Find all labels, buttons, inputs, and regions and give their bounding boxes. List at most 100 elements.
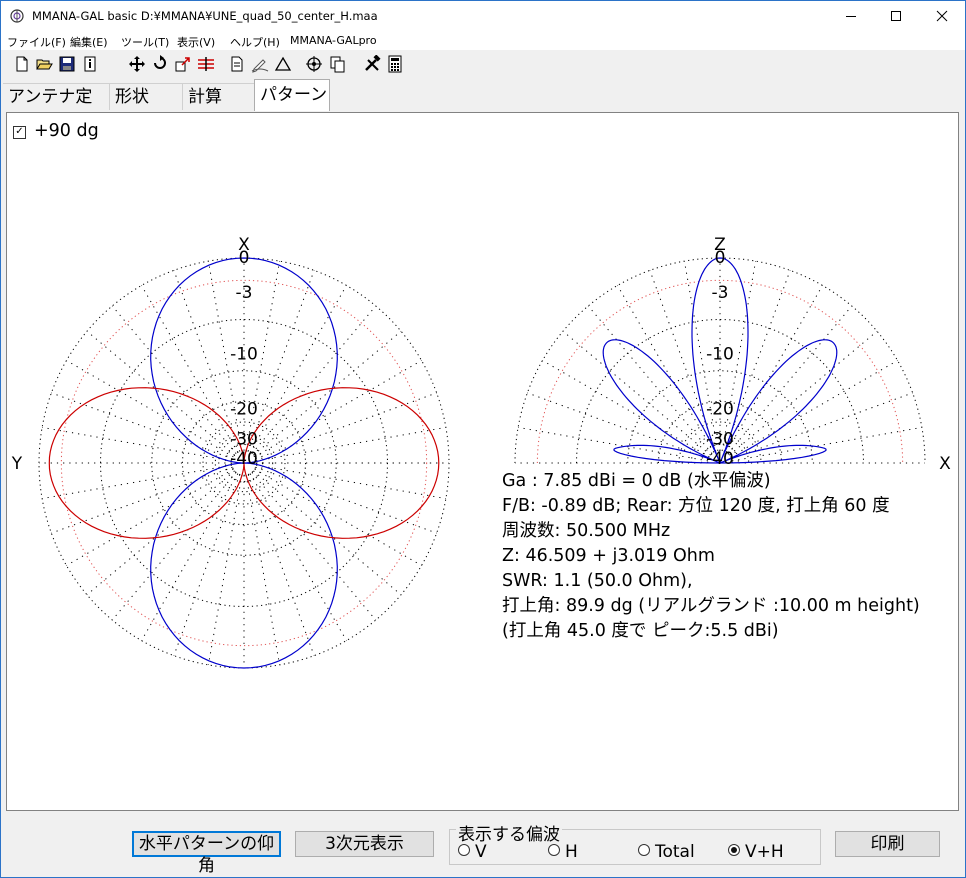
vpattern-axis-top-label: Z: [714, 235, 726, 255]
hpattern-grid-spoke: [111, 305, 237, 454]
menu-file[interactable]: ファイル(F): [7, 34, 66, 50]
hpattern-grid-spoke: [173, 474, 241, 656]
minimize-button[interactable]: [827, 1, 873, 31]
vpattern-grid-spoke: [730, 360, 898, 458]
hpattern-grid-spoke: [42, 426, 232, 462]
application-window: MMANA-GAL basic D:¥MMANA¥UNE_quad_50_cen…: [0, 0, 966, 878]
radio-h-label: H: [565, 842, 578, 862]
plus90-checkbox[interactable]: ✓ +90 dg: [13, 121, 99, 141]
hpattern-grid-spoke: [249, 473, 347, 641]
elevation-line: 打上角: 89.9 dg (リアルグランド :10.00 m height): [502, 596, 920, 616]
bottom-controls: 水平パターンの仰角 3次元表示 表示する偏波 V H Total V+H 印刷: [1, 813, 965, 877]
move-icon[interactable]: [128, 55, 146, 73]
menu-mmana-galpro[interactable]: MMANA-GALpro: [290, 34, 377, 47]
vpattern-grid-spoke: [542, 360, 710, 458]
resize-icon[interactable]: [174, 55, 192, 73]
triangle-icon[interactable]: [274, 55, 292, 73]
vpattern-grid-spoke: [732, 426, 922, 462]
gain-line: Ga : 7.85 dBi = 0 dB (水平偏波): [502, 471, 771, 491]
toolbar: [1, 53, 965, 77]
vpattern-grid-spoke: [731, 392, 913, 460]
radio-v[interactable]: V: [458, 842, 487, 862]
close-icon: [936, 10, 948, 22]
hpattern-ring-label: -3: [236, 283, 253, 303]
radio-v-plus-h-label: V+H: [745, 842, 784, 862]
menu-help[interactable]: ヘルプ(H): [230, 34, 280, 50]
hpattern-grid-spoke: [42, 464, 232, 500]
hpattern-grid-spoke: [247, 474, 315, 656]
vpattern-ring-label: -40: [706, 449, 734, 469]
checkbox-label: +90 dg: [34, 121, 99, 141]
tab-antenna-definition[interactable]: アンテナ定義: [3, 83, 110, 134]
vpattern-ring-label: -20: [706, 400, 734, 420]
close-button[interactable]: [919, 1, 965, 31]
info-icon[interactable]: [81, 55, 99, 73]
tab-calculation[interactable]: 計算: [183, 83, 255, 110]
copy-icon[interactable]: [328, 55, 346, 73]
menu-view[interactable]: 表示(V): [177, 34, 215, 50]
vpattern-grid-spoke: [587, 305, 713, 454]
checkbox-box[interactable]: ✓: [13, 126, 26, 139]
peak-line: (打上角 45.0 度で ピーク:5.5 dBi): [502, 621, 779, 641]
radio-h[interactable]: H: [548, 842, 578, 862]
hpattern-ring-label: -10: [230, 344, 258, 364]
tab-geometry[interactable]: 形状: [110, 83, 183, 110]
radio-v-dot[interactable]: [458, 844, 470, 856]
window-title: MMANA-GAL basic D:¥MMANA¥UNE_quad_50_cen…: [32, 9, 378, 23]
menu-bar: ファイル(F) 編集(E) ツール(T) 表示(V) ヘルプ(H) MMANA-…: [1, 31, 965, 50]
hpattern-ring-label: -40: [230, 449, 258, 469]
pen-icon[interactable]: [251, 55, 269, 73]
front-back-line: F/B: -0.89 dB; Rear: 方位 120 度, 打上角 60 度: [502, 496, 890, 516]
radio-h-dot[interactable]: [548, 844, 560, 856]
open-folder-icon[interactable]: [35, 55, 53, 73]
minimize-icon: [846, 16, 856, 17]
save-icon[interactable]: [58, 55, 76, 73]
vpattern-ring-label: -30: [706, 429, 734, 449]
polar-plots: 0-3-10-20-30-40XY0-3-10-20-30-40ZX: [11, 235, 951, 669]
rotate-icon[interactable]: [151, 55, 169, 73]
hpattern-grid-spoke: [66, 468, 234, 566]
impedance-line: Z: 46.509 + j3.019 Ohm: [502, 546, 715, 566]
radio-total[interactable]: Total: [638, 842, 695, 862]
3d-view-button[interactable]: 3次元表示: [295, 831, 434, 857]
results-text: Ga : 7.85 dBi = 0 dB (水平偏波) F/B: -0.89 d…: [502, 469, 920, 644]
tab-strip: アンテナ定義 形状 計算 パターン: [1, 79, 965, 134]
radio-total-dot[interactable]: [638, 844, 650, 856]
calculator-icon[interactable]: [386, 55, 404, 73]
hpattern-grid-spoke: [66, 360, 234, 458]
swr-line: SWR: 1.1 (50.0 Ohm),: [502, 571, 693, 591]
vpattern-grid-spoke: [617, 285, 715, 453]
tab-pattern[interactable]: パターン: [254, 79, 330, 111]
hpattern-ring-label: -20: [230, 400, 258, 420]
hpattern-grid-spoke: [249, 285, 347, 453]
hpattern-grid-spoke: [251, 472, 377, 621]
vpattern-ring-label: -3: [712, 283, 729, 303]
tools-icon[interactable]: [363, 55, 381, 73]
pattern-panel: 0 -3 -10 -20 -30 -40 X Y 0 -3 -10 -20 -30 -40 Z X ✓ +90 …: [6, 112, 959, 811]
vpattern-grid-spoke: [725, 285, 823, 453]
radio-v-plus-h-dot[interactable]: [728, 844, 740, 856]
maximize-icon: [891, 11, 901, 21]
hpattern-grid-spoke: [254, 468, 422, 566]
hpattern-grid-spoke: [256, 464, 446, 500]
radio-v-plus-h[interactable]: V+H: [728, 842, 784, 862]
menu-tools[interactable]: ツール(T): [121, 34, 169, 50]
split-icon[interactable]: [197, 55, 215, 73]
vpattern-grid-spoke: [729, 330, 878, 456]
hpattern-grid-spoke: [256, 426, 446, 462]
maximize-button[interactable]: [873, 1, 919, 31]
hpattern-axis-top-label: X: [238, 235, 250, 255]
vpattern-axis-right-label: X: [939, 454, 951, 474]
title-bar: MMANA-GAL basic D:¥MMANA¥UNE_quad_50_cen…: [1, 1, 965, 31]
hpattern-grid-spoke: [141, 285, 239, 453]
new-file-icon[interactable]: [13, 55, 31, 73]
elevation-pattern-button[interactable]: 水平パターンの仰角: [132, 831, 281, 876]
radio-v-label: V: [475, 842, 487, 862]
print-button[interactable]: 印刷: [835, 831, 940, 857]
hpattern-axis-left-label: Y: [11, 454, 23, 474]
document-icon[interactable]: [228, 55, 246, 73]
hpattern-ring-label: -30: [230, 429, 258, 449]
crosshair-icon[interactable]: [305, 55, 323, 73]
menu-edit[interactable]: 編集(E): [70, 34, 108, 50]
app-icon: [10, 9, 24, 23]
